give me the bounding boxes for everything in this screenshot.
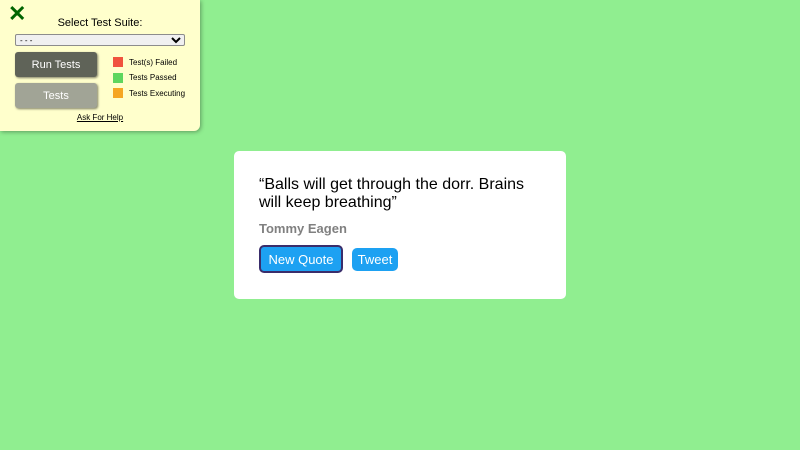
executing-swatch	[113, 88, 123, 98]
tweet-button[interactable]: Tweet	[352, 248, 398, 271]
quote-author: Tommy Eagen	[259, 221, 347, 236]
tests-button[interactable]: Tests	[15, 83, 97, 108]
legend-label-executing: Tests Executing	[129, 88, 186, 98]
test-suite-panel: ✕ Select Test Suite: - - - Run Tests Tes…	[0, 0, 200, 131]
test-status-legend: Test(s) Failed Tests Passed Tests Execut…	[113, 57, 185, 104]
test-suite-title: Select Test Suite:	[57, 17, 143, 29]
run-tests-button[interactable]: Run Tests	[15, 52, 97, 77]
legend-item-failed: Test(s) Failed	[113, 57, 185, 67]
quote-box: “Balls will get through the dorr. Brains…	[234, 151, 566, 299]
failed-swatch	[113, 57, 123, 67]
test-suite-select[interactable]: - - -	[15, 34, 185, 46]
new-quote-button[interactable]: New Quote	[259, 245, 343, 273]
passed-swatch	[113, 72, 123, 83]
quote-text: “Balls will get through the dorr. Brains…	[259, 176, 525, 211]
ask-for-help-link[interactable]: Ask For Help	[0, 113, 200, 122]
legend-label-passed: Tests Passed	[129, 73, 177, 82]
legend-item-executing: Tests Executing	[113, 88, 185, 98]
legend-item-passed: Tests Passed	[113, 72, 185, 83]
legend-label-failed: Test(s) Failed	[129, 57, 178, 67]
